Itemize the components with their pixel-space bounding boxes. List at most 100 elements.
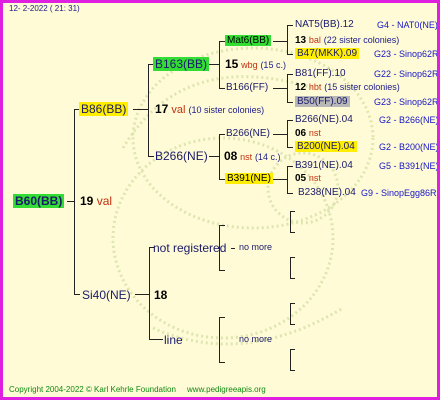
- root-tag: val: [96, 194, 113, 208]
- connector: [219, 41, 220, 89]
- gen4-node-2[interactable]: B47(MKK).09: [295, 48, 360, 59]
- connector: [287, 193, 293, 194]
- gen4-code-1: G4 - NAT0(NE): [377, 20, 438, 30]
- gen1-top-node[interactable]: B86(BB): [79, 102, 129, 116]
- gen4-name: B238(NE).04: [298, 187, 356, 198]
- root-node[interactable]: B60(BB): [13, 194, 65, 208]
- connector: [287, 74, 293, 75]
- connector: [287, 166, 293, 167]
- gen3-c-num: 06: [295, 128, 307, 139]
- gen3-c-name: B266(NE): [226, 128, 270, 139]
- gen3-b-node[interactable]: B166(FF): [226, 83, 268, 93]
- connector: [209, 64, 219, 65]
- gen1-top-note: (10 sister colonies): [188, 105, 265, 115]
- gen4-node-4[interactable]: B50(FF).09: [295, 96, 350, 107]
- gen4-name: B50(FF).09: [295, 96, 350, 107]
- connector: [219, 270, 225, 271]
- gen1-bottom-num: 18: [154, 288, 168, 302]
- connector: [290, 370, 295, 371]
- gen3-d-name: B391(NE): [225, 173, 273, 184]
- gen4-node-8[interactable]: B238(NE).04: [298, 188, 356, 198]
- gen4-node-6[interactable]: B200(NE).04: [295, 141, 357, 152]
- gen2-a-info: 15 wbg (15 c.): [225, 58, 286, 71]
- gen2-d-node[interactable]: line: [164, 334, 183, 346]
- connector: [149, 339, 163, 340]
- gen3-c-tag: nst: [308, 128, 321, 138]
- connector: [133, 109, 148, 110]
- gen3-b-info: 12 hbt (15 sister colonies): [295, 83, 400, 93]
- gen3-d-tag: nst: [308, 173, 321, 183]
- footer: Copyright 2004-2022 © Karl Kehrle Founda…: [9, 386, 266, 394]
- gen4-code-6: G2 - B200(NE): [379, 142, 439, 152]
- gen4-name: NAT5(BB).12: [295, 19, 354, 30]
- gen2-c-name: not registered: [153, 241, 227, 255]
- gen2-b-info: 08 nst (14 c.): [224, 150, 280, 163]
- connector: [290, 278, 295, 279]
- gen1-top-tag: val: [171, 104, 186, 116]
- gen2-c-node[interactable]: not registered: [153, 242, 226, 254]
- gen3-a-name: Mat6(BB): [225, 35, 272, 46]
- gen3-b-note: (15 sister colonies): [324, 82, 400, 92]
- connector: [273, 134, 287, 135]
- gen4-code-7: G5 - B391(NE): [379, 161, 439, 171]
- gen4-node-3[interactable]: B81(FF).10: [295, 69, 346, 79]
- connector: [219, 362, 225, 363]
- gen1-top-num: 17: [155, 102, 169, 116]
- gen4-code-4: G23 - Sinop62R: [374, 97, 439, 107]
- gen3-a-node[interactable]: Mat6(BB): [225, 35, 272, 46]
- gen3-b-tag: hbt: [308, 82, 322, 92]
- date-header: 12- 2-2022 ( 21: 31): [9, 4, 80, 13]
- gen4-name: B47(MKK).09: [295, 48, 360, 59]
- gen3-a-num: 13: [295, 35, 307, 46]
- connector: [290, 257, 295, 258]
- connector: [290, 303, 295, 304]
- gen3-b-name: B166(FF): [226, 82, 269, 93]
- root-num: 19: [80, 194, 94, 208]
- gen3-d-node[interactable]: B391(NE): [225, 173, 273, 184]
- footer-copyright: Copyright 2004-2022 © Karl Kehrle Founda…: [9, 385, 176, 394]
- gen4-node-7[interactable]: B391(NE).04: [295, 161, 353, 171]
- connector: [148, 156, 154, 157]
- connector: [135, 294, 149, 295]
- gen4-name: B266(NE).04: [295, 114, 353, 125]
- gen3-c-info: 06 nst: [295, 129, 321, 139]
- connector: [209, 156, 219, 157]
- connector: [74, 294, 80, 295]
- connector: [273, 179, 287, 180]
- gen2-b-num: 08: [224, 149, 238, 163]
- gen2-a-node[interactable]: B163(BB): [153, 57, 210, 71]
- connector: [290, 349, 295, 350]
- connector: [219, 317, 220, 363]
- gen4-node-5[interactable]: B266(NE).04: [295, 115, 353, 125]
- gen1-bottom-name: Si40(NE): [82, 288, 131, 302]
- root-name: B60(BB): [13, 194, 65, 208]
- gen4-code-2: G23 - Sinop62R: [374, 49, 439, 59]
- footer-site-link[interactable]: www.pedigreeapis.org: [187, 385, 266, 394]
- connector: [74, 109, 75, 295]
- connector: [219, 134, 220, 180]
- connector: [287, 120, 288, 148]
- connector: [231, 248, 235, 249]
- connector: [273, 88, 287, 89]
- connector: [148, 64, 149, 157]
- gen1-top-info: 17 val (10 sister colonies): [155, 103, 264, 116]
- connector: [290, 211, 291, 233]
- connector: [287, 120, 293, 121]
- connector: [219, 88, 225, 89]
- gen4-code-3: G22 - Sinop62R: [374, 69, 439, 79]
- connector: [219, 134, 225, 135]
- gen3-b-num: 12: [295, 82, 307, 93]
- gen3-c-node[interactable]: B266(NE): [226, 129, 270, 139]
- gen2-a-num: 15: [225, 57, 239, 71]
- gen2-d-nomore: no more: [239, 334, 273, 344]
- gen2-b-node[interactable]: B266(NE): [155, 150, 208, 162]
- connector: [290, 232, 295, 233]
- gen4-name: B200(NE).04: [295, 141, 357, 152]
- connector: [149, 247, 150, 340]
- gen4-node-1[interactable]: NAT5(BB).12: [295, 20, 354, 30]
- gen1-bottom-node[interactable]: Si40(NE): [82, 289, 131, 301]
- connector: [219, 317, 225, 318]
- gen3-a-note: (22 sister colonies): [323, 35, 400, 45]
- gen3-d-num: 05: [295, 173, 307, 184]
- connector: [287, 166, 288, 194]
